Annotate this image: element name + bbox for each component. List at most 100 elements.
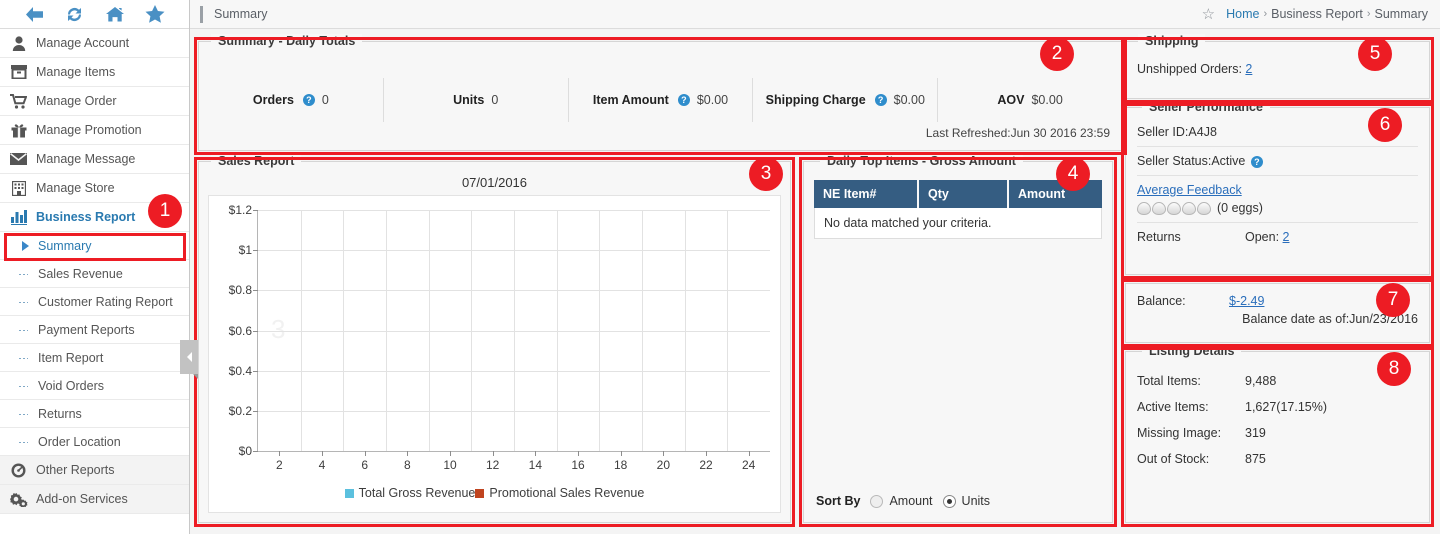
y-axis-tick-mark [253, 290, 258, 292]
table-header-ne-item[interactable]: NE Item# [814, 180, 919, 208]
listing-key: Active Items: [1137, 400, 1209, 414]
breadcrumb-home-link[interactable]: Home [1226, 7, 1259, 21]
x-axis-tick-label: 10 [443, 458, 457, 472]
page-title: Summary [214, 7, 268, 21]
top-bar: Summary ☆ Home › Business Report › Summa… [190, 0, 1440, 29]
sidebar-item-label: Manage Order [36, 94, 117, 108]
sidebar-item-label: Manage Items [36, 65, 116, 79]
sales-report-panel: Sales Report 07/01/2016 3 $0 $0.2 $0.4 $0.6… [198, 154, 791, 523]
breadcrumb-separator-icon: › [1366, 8, 1371, 20]
tree-tick [19, 329, 28, 331]
help-icon[interactable]: ? [677, 94, 690, 106]
help-icon[interactable]: ? [874, 94, 887, 106]
tree-tick [19, 413, 28, 415]
help-icon[interactable]: ? [1250, 155, 1263, 168]
y-axis-tick-label: $0 [238, 444, 252, 458]
x-axis-tick-mark [364, 451, 366, 456]
sidebar-item-manage-items[interactable]: Manage Items [0, 58, 189, 87]
annotation-badge-5: 5 [1358, 37, 1392, 71]
y-axis-tick-mark [253, 250, 258, 252]
legend-item-total-gross-revenue[interactable]: Total Gross Revenue [344, 486, 476, 500]
y-axis-tick-label: $0.2 [228, 403, 252, 418]
sidebar-item-add-on-services[interactable]: Add-on Services [0, 485, 189, 514]
last-refreshed-text: Last Refreshed:Jun 30 2016 23:59 [925, 126, 1110, 140]
total-label: Shipping Charge [765, 93, 866, 107]
sidebar-item-order-location[interactable]: Order Location [0, 428, 189, 456]
sidebar-item-manage-promotion[interactable]: Manage Promotion [0, 116, 189, 145]
gridline-vertical [514, 210, 515, 451]
sidebar-item-manage-order[interactable]: Manage Order [0, 87, 189, 116]
sort-by-units-option[interactable]: Units [942, 494, 990, 508]
gridline-vertical [642, 210, 643, 451]
home-icon[interactable] [104, 4, 126, 24]
x-axis-tick-label: 6 [361, 458, 368, 472]
bar-chart-icon [9, 209, 28, 226]
y-axis-tick-label: $0.4 [228, 363, 252, 378]
listing-value: 1,627(17.15%) [1245, 400, 1328, 414]
balance-amount-link[interactable]: $-2.49 [1229, 294, 1264, 308]
x-axis-tick-label: 24 [741, 458, 756, 472]
legend-item-promotional-sales-revenue[interactable]: Promotional Sales Revenue [475, 486, 644, 500]
gridline-vertical [300, 210, 302, 451]
favorite-star-icon[interactable] [144, 4, 166, 24]
unshipped-orders-link[interactable]: 2 [1245, 62, 1252, 76]
average-feedback-link[interactable]: Average Feedback [1137, 183, 1242, 197]
back-icon[interactable] [23, 4, 45, 24]
sidebar-item-label: Other Reports [36, 463, 115, 477]
sidebar-item-void-orders[interactable]: Void Orders [0, 372, 189, 400]
sidebar-subitem-label: Item Report [38, 350, 104, 365]
sidebar-item-summary[interactable]: Summary [0, 232, 189, 260]
total-cell-aov: AOV $0.00 [938, 78, 1122, 122]
sidebar-nav-icon-bar [0, 0, 189, 29]
radio-amount[interactable] [870, 494, 884, 508]
sidebar-item-other-reports[interactable]: Other Reports [0, 456, 189, 485]
listing-row-out-of-stock: Out of Stock: 875 [1126, 446, 1429, 472]
help-icon[interactable]: ? [302, 94, 315, 106]
x-axis-tick-mark [322, 451, 323, 456]
egg-rating[interactable] [1137, 201, 1211, 215]
sidebar-collapse-handle[interactable] [180, 340, 198, 379]
y-axis-tick-mark [253, 451, 258, 452]
y-axis-tick-label: $1 [238, 243, 252, 258]
returns-open-link[interactable]: 2 [1283, 230, 1290, 244]
gridline-vertical [556, 210, 558, 451]
refresh-icon[interactable] [63, 4, 85, 24]
legend-label: Total Gross Revenue [358, 486, 476, 500]
sidebar-item-customer-rating-report[interactable]: Customer Rating Report [0, 288, 189, 316]
x-axis-tick-mark [620, 451, 622, 456]
table-header-amount[interactable]: Amount [1009, 180, 1102, 208]
sidebar-item-manage-message[interactable]: Manage Message [0, 145, 189, 174]
sidebar-item-sales-revenue[interactable]: Sales Revenue [0, 260, 189, 288]
radio-units[interactable] [942, 494, 956, 508]
gift-icon [9, 122, 28, 139]
x-axis-tick-mark [706, 451, 707, 456]
sidebar-item-payment-reports[interactable]: Payment Reports [0, 316, 189, 344]
sort-by-amount-option[interactable]: Amount [870, 494, 933, 508]
annotation-badge-6: 6 [1368, 108, 1402, 142]
seller-status-row: Seller Status:Active ? [1126, 147, 1429, 175]
x-axis-tick-label: 18 [613, 458, 628, 472]
bookmark-star-icon[interactable]: ☆ [1202, 5, 1215, 23]
y-axis-tick-label: $1.2 [228, 203, 252, 217]
sidebar-subitem-label: Sales Revenue [38, 266, 123, 281]
sort-by-label: Sort By [816, 494, 861, 508]
chart-title: 07/01/2016 [461, 175, 528, 190]
sidebar-item-item-report[interactable]: Item Report [0, 344, 189, 372]
listing-value: 319 [1245, 426, 1266, 440]
sidebar-item-label: Add-on Services [36, 492, 128, 506]
total-label: Units [453, 93, 485, 107]
legend-label: Promotional Sales Revenue [489, 486, 645, 500]
total-value: 0 [491, 93, 499, 107]
x-axis-tick-mark [492, 451, 494, 456]
sidebar-item-manage-account[interactable]: Manage Account [0, 29, 189, 58]
tree-tick [19, 357, 28, 359]
annotation-badge-1: 1 [148, 194, 182, 228]
breadcrumb-section[interactable]: Business Report [1271, 7, 1363, 21]
summary-daily-totals-panel: Summary - Daily Totals Orders ? 0 Units … [198, 34, 1123, 151]
total-cell-item-amount: Item Amount ? $0.00 [569, 78, 754, 122]
total-cell-orders: Orders ? 0 [199, 78, 384, 122]
y-axis-tick-mark [253, 410, 258, 412]
sidebar-item-returns[interactable]: Returns [0, 400, 189, 428]
table-header-qty[interactable]: Qty [919, 180, 1009, 208]
breadcrumb-separator-icon: › [1263, 8, 1268, 20]
